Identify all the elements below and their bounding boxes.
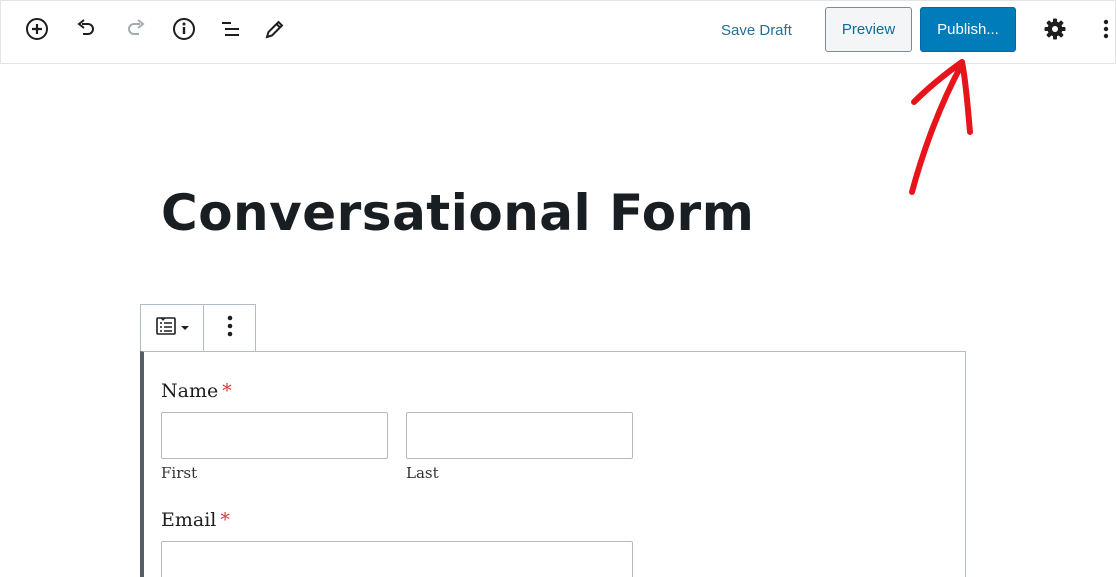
last-name-input[interactable] [406,412,633,459]
email-input[interactable] [161,541,633,577]
form-block-icon [155,315,177,342]
redo-icon[interactable] [123,15,149,43]
save-draft-button[interactable]: Save Draft [713,19,800,43]
name-label-text: Name [161,380,219,402]
email-field-label: Email * [161,509,230,531]
name-field-label: Name * [161,380,232,402]
outline-icon[interactable] [218,15,244,43]
post-title[interactable]: Conversational Form [161,184,754,242]
block-switcher-button[interactable] [141,305,205,352]
editor-header: Save Draft Preview Publish... [0,0,1116,64]
last-sublabel: Last [406,464,439,482]
first-sublabel: First [161,464,198,482]
more-vertical-icon[interactable] [1093,15,1116,43]
first-name-input[interactable] [161,412,388,459]
required-marker: * [220,509,230,531]
add-block-icon[interactable] [24,15,50,43]
undo-icon[interactable] [73,15,99,43]
more-vertical-icon [225,313,235,344]
block-toolbar [140,304,256,352]
preview-button[interactable]: Preview [825,7,912,52]
arrow-annotation-icon [909,59,973,195]
block-more-options-button[interactable] [204,305,255,352]
chevron-down-icon [180,320,190,338]
info-icon[interactable] [171,15,197,43]
publish-button[interactable]: Publish... [920,7,1016,52]
gear-icon[interactable] [1042,15,1068,43]
form-block[interactable]: Name * First Last Email * [140,351,966,577]
email-label-text: Email [161,509,217,531]
required-marker: * [222,380,232,402]
edit-icon[interactable] [262,15,288,43]
